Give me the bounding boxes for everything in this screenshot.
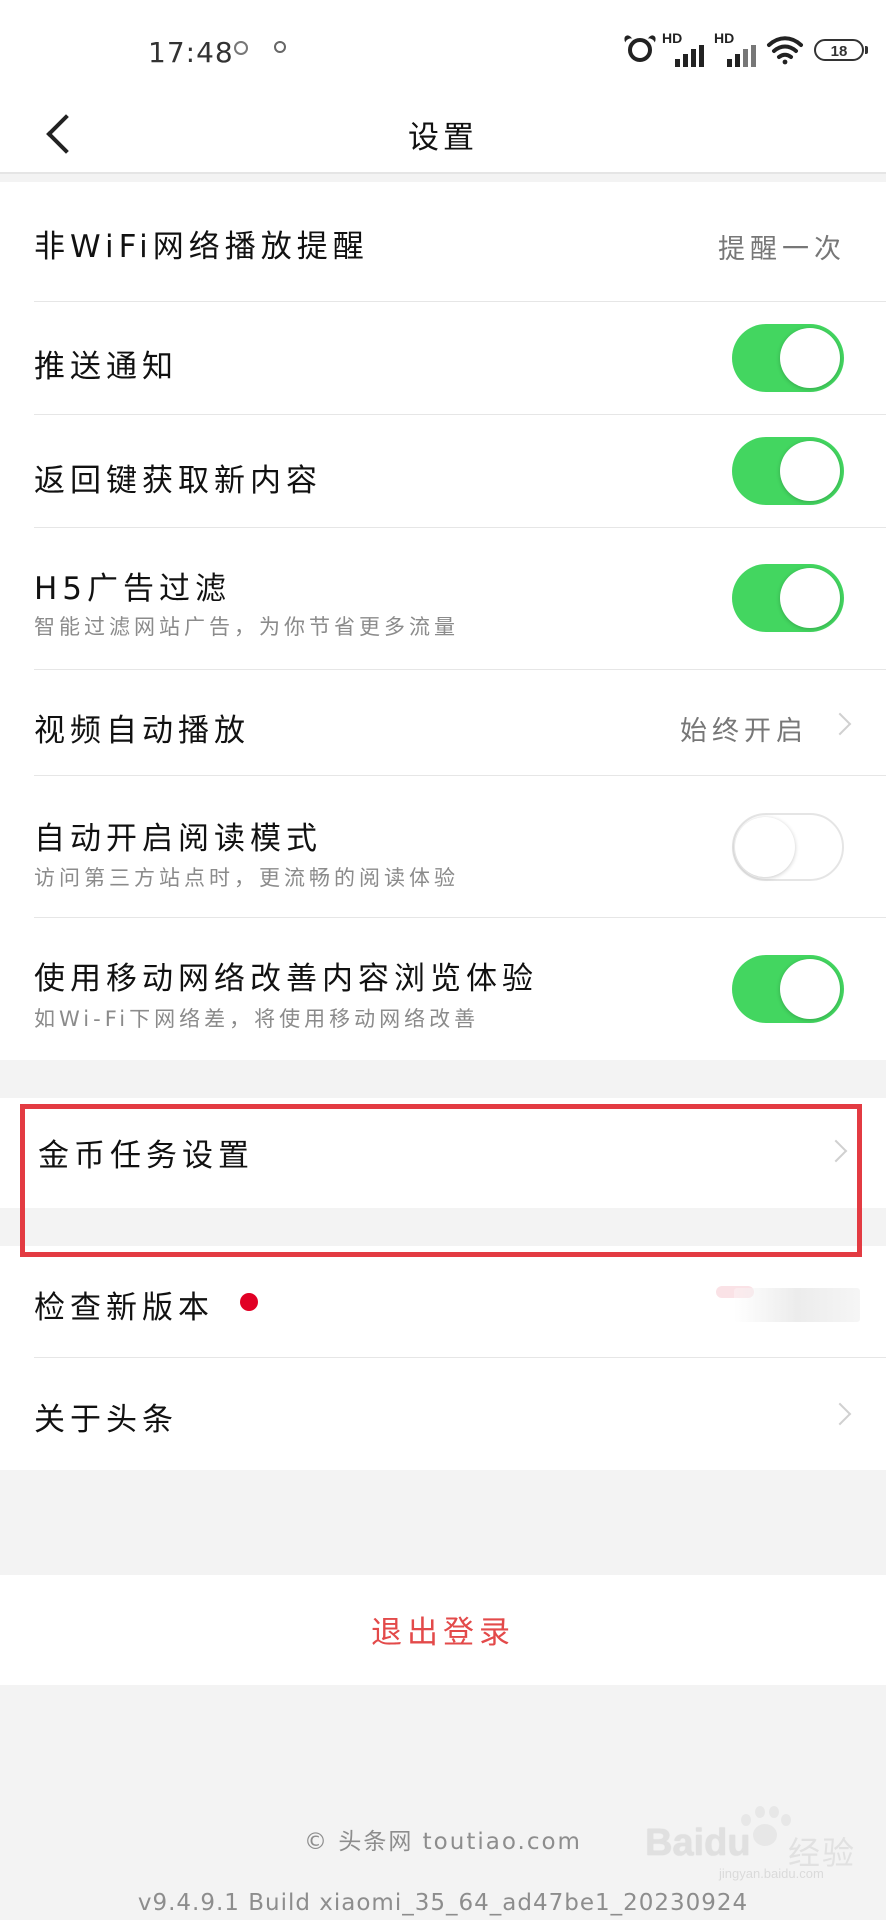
baidu-watermark: Baidu 经验 jingyan.baidu.com <box>645 1800 865 1882</box>
check-update-label: 检查新版本 <box>34 1290 214 1326</box>
footer-version: v9.4.9.1 Build xiaomi_35_64_ad47be1_2023… <box>137 1890 749 1916</box>
toggle-knob <box>780 328 840 388</box>
signal-bars <box>727 45 756 67</box>
setting-description: 如Wi-Fi下网络差，将使用移动网络改善 <box>34 1007 480 1031</box>
signal-hd-label: HD <box>662 30 683 46</box>
about-toutiao-row[interactable]: 关于头条 <box>34 1358 886 1470</box>
status-time: 17:48 <box>148 36 234 69</box>
setting-video-autoplay[interactable]: 视频自动播放 始终开启 <box>34 670 886 776</box>
wifi-icon <box>766 35 804 65</box>
toggle-knob <box>780 441 840 501</box>
highlight-box <box>20 1104 862 1257</box>
setting-back-key-refresh[interactable]: 返回键获取新内容 <box>34 415 886 528</box>
setting-label: 使用移动网络改善内容浏览体验 <box>34 961 538 997</box>
check-update-row[interactable]: 检查新版本 <box>34 1246 886 1358</box>
setting-wifi-reminder[interactable]: 非WiFi网络播放提醒 提醒一次 <box>34 182 886 302</box>
logout-label: 退出登录 <box>371 1615 515 1651</box>
setting-label: 自动开启阅读模式 <box>34 821 322 857</box>
h5-ad-filter-toggle[interactable] <box>732 564 844 632</box>
watermark-brand: Baidu <box>645 1822 751 1864</box>
status-icons: HD HD 18 <box>628 30 868 70</box>
setting-label: 推送通知 <box>34 349 178 385</box>
signal-bars <box>675 45 704 67</box>
setting-description: 智能过滤网站广告，为你节省更多流量 <box>34 615 459 639</box>
logout-button[interactable]: 退出登录 <box>0 1575 886 1685</box>
chevron-right-icon <box>828 1402 852 1426</box>
setting-label: 非WiFi网络播放提醒 <box>34 229 369 265</box>
setting-label: 返回键获取新内容 <box>34 463 322 499</box>
push-notification-toggle[interactable] <box>732 324 844 392</box>
status-small-icon <box>274 41 286 53</box>
status-small-icon <box>234 41 248 55</box>
setting-description: 访问第三方站点时，更流畅的阅读体验 <box>34 866 459 890</box>
paw-icon <box>737 1804 792 1856</box>
setting-push-notification[interactable]: 推送通知 <box>34 302 886 415</box>
chevron-right-icon <box>828 712 852 736</box>
update-indicator-dot <box>240 1293 258 1311</box>
setting-label: H5广告过滤 <box>34 571 232 607</box>
blurred-version-value <box>734 1288 860 1322</box>
settings-list: 非WiFi网络播放提醒 提醒一次 推送通知 返回键获取新内容 H5广告过滤 智能… <box>0 182 886 1060</box>
mobile-network-improve-toggle[interactable] <box>732 955 844 1023</box>
setting-value: 始终开启 <box>680 716 808 747</box>
auto-reading-mode-toggle[interactable] <box>732 813 844 881</box>
signal-icon: HD <box>714 30 756 67</box>
setting-value: 提醒一次 <box>718 234 846 265</box>
toggle-knob <box>780 959 840 1019</box>
settings-screen: 17:48 HD HD 18 设置 非WiFi网络播放提醒 提醒一次 推送通知 … <box>0 0 886 1920</box>
back-key-refresh-toggle[interactable] <box>732 437 844 505</box>
toggle-knob <box>735 817 795 877</box>
alarm-icon <box>628 38 652 62</box>
toggle-knob <box>780 568 840 628</box>
setting-mobile-network-improve[interactable]: 使用移动网络改善内容浏览体验 如Wi-Fi下网络差，将使用移动网络改善 <box>34 918 886 1060</box>
battery-icon: 18 <box>814 39 868 61</box>
settings-header: 设置 <box>0 100 886 174</box>
battery-level: 18 <box>830 43 848 60</box>
status-bar: 17:48 HD HD 18 <box>0 0 886 100</box>
about-toutiao-label: 关于头条 <box>34 1402 178 1438</box>
setting-label: 视频自动播放 <box>34 713 250 749</box>
app-info-list: 检查新版本 关于头条 <box>0 1246 886 1470</box>
setting-auto-reading-mode[interactable]: 自动开启阅读模式 访问第三方站点时，更流畅的阅读体验 <box>34 776 886 918</box>
setting-h5-ad-filter[interactable]: H5广告过滤 智能过滤网站广告，为你节省更多流量 <box>34 528 886 670</box>
page-title: 设置 <box>408 120 478 156</box>
watermark-url: jingyan.baidu.com <box>719 1866 824 1881</box>
signal-hd-label: HD <box>714 30 735 46</box>
signal-icon: HD <box>662 30 704 67</box>
